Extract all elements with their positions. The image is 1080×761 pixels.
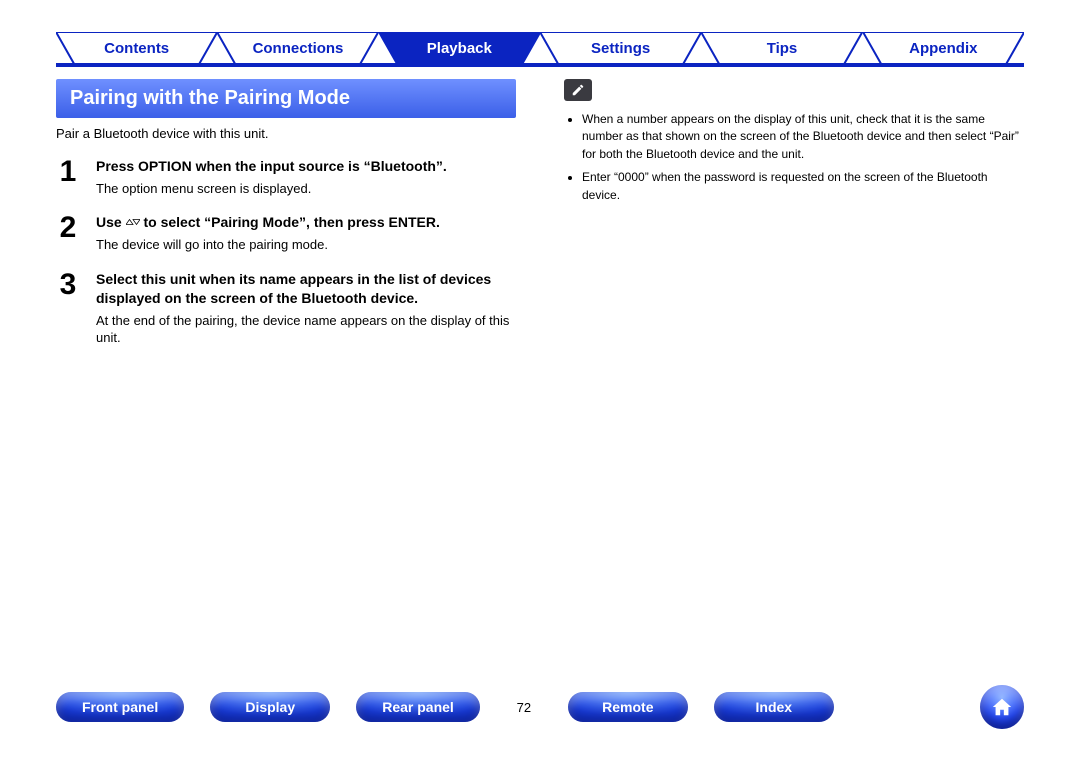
lead-text: Pair a Bluetooth device with this unit. <box>56 126 516 141</box>
tab-label: Connections <box>253 40 344 57</box>
step-heading: Select this unit when its name appears i… <box>96 270 516 308</box>
step-head-post: to select “Pairing Mode”, then press ENT… <box>140 214 440 230</box>
step-number: 3 <box>56 270 80 347</box>
step-subtext: At the end of the pairing, the device na… <box>96 312 516 347</box>
step-heading: Press OPTION when the input source is “B… <box>96 157 516 176</box>
footer-remote-button[interactable]: Remote <box>568 692 688 722</box>
step-heading: Use to select “Pairing Mode”, then press… <box>96 213 516 232</box>
step-2: 2 Use to select “Pairing Mode”, then pre… <box>56 213 516 253</box>
page-number: 72 <box>506 700 542 715</box>
footer-nav: Front panel Display Rear panel 72 Remote… <box>56 685 1024 729</box>
note-pencil-icon <box>564 79 592 101</box>
section-heading: Pairing with the Pairing Mode <box>56 79 516 118</box>
tab-label: Settings <box>591 40 650 57</box>
step-number: 1 <box>56 157 80 197</box>
step-3: 3 Select this unit when its name appears… <box>56 270 516 347</box>
tab-appendix[interactable]: Appendix <box>863 32 1024 64</box>
pill-label: Display <box>245 699 295 715</box>
left-column: Pairing with the Pairing Mode Pair a Blu… <box>56 79 516 347</box>
note-item: When a number appears on the display of … <box>582 111 1024 163</box>
tab-playback[interactable]: Playback <box>379 32 540 64</box>
top-tabs: Contents Connections Playback Settings Tips A… <box>56 32 1024 64</box>
footer-display-button[interactable]: Display <box>210 692 330 722</box>
pill-label: Rear panel <box>382 699 454 715</box>
step-number: 2 <box>56 213 80 253</box>
tab-tips[interactable]: Tips <box>701 32 862 64</box>
footer-index-button[interactable]: Index <box>714 692 834 722</box>
tab-connections[interactable]: Connections <box>217 32 378 64</box>
note-list: When a number appears on the display of … <box>564 111 1024 204</box>
footer-rear-panel-button[interactable]: Rear panel <box>356 692 480 722</box>
step-head-pre: Use <box>96 214 126 230</box>
footer-front-panel-button[interactable]: Front panel <box>56 692 184 722</box>
pill-label: Front panel <box>82 699 158 715</box>
pill-label: Remote <box>602 699 653 715</box>
step-subtext: The device will go into the pairing mode… <box>96 236 516 254</box>
right-column: When a number appears on the display of … <box>564 79 1024 347</box>
tab-contents[interactable]: Contents <box>56 32 217 64</box>
home-icon <box>991 696 1013 718</box>
note-item: Enter “0000” when the password is reques… <box>582 169 1024 204</box>
tab-label: Contents <box>104 40 169 57</box>
tab-label: Playback <box>427 40 492 57</box>
up-down-triangle-icon <box>126 214 140 232</box>
step-subtext: The option menu screen is displayed. <box>96 180 516 198</box>
step-1: 1 Press OPTION when the input source is … <box>56 157 516 197</box>
tab-label: Tips <box>767 40 798 57</box>
tab-settings[interactable]: Settings <box>540 32 701 64</box>
pill-label: Index <box>756 699 793 715</box>
tab-label: Appendix <box>909 40 977 57</box>
home-button[interactable] <box>980 685 1024 729</box>
